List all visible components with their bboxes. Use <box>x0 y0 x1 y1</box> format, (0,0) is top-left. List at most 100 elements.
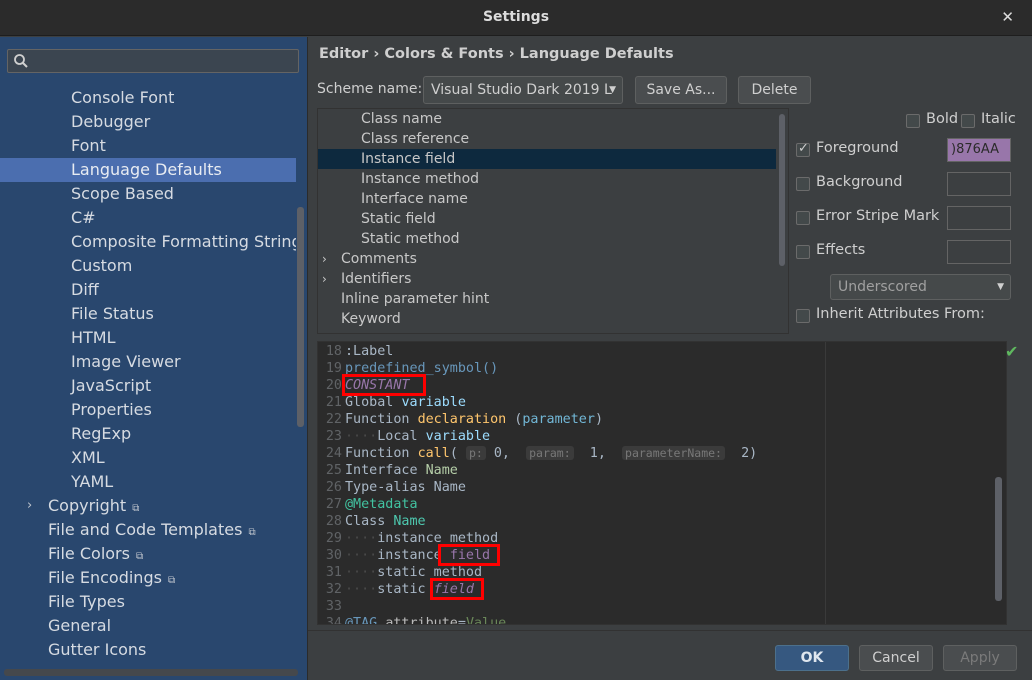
footer-separator <box>308 630 1032 631</box>
attribute-item[interactable]: Static field <box>318 209 776 229</box>
sidebar-item[interactable]: Diff <box>0 278 296 302</box>
sidebar-item[interactable]: Composite Formatting String <box>0 230 296 254</box>
background-color-swatch[interactable] <box>947 172 1011 196</box>
attribute-item[interactable]: Keyword <box>318 309 776 329</box>
sidebar-item[interactable]: YAML <box>0 470 296 494</box>
sidebar-item[interactable]: Language Defaults <box>0 158 296 182</box>
code-token: Function <box>345 446 418 461</box>
sidebar-item-label: Console Font <box>71 88 175 107</box>
background-checkbox[interactable] <box>796 177 810 191</box>
sidebar-item[interactable]: Scope Based <box>0 182 296 206</box>
bold-checkbox[interactable] <box>906 114 920 128</box>
sidebar-item-label: Diff <box>71 280 99 299</box>
sidebar-item[interactable]: Image Viewer <box>0 350 296 374</box>
chevron-right-icon[interactable]: › <box>27 494 32 518</box>
cancel-button[interactable]: Cancel <box>859 645 933 671</box>
sidebar-item[interactable]: File Colors ⧉ <box>0 542 296 566</box>
attribute-item[interactable]: › Comments <box>318 249 776 269</box>
effects-checkbox[interactable] <box>796 245 810 259</box>
sidebar-item[interactable]: RegExp <box>0 422 296 446</box>
code-token: 1, <box>573 446 623 461</box>
sidebar-item-label: YAML <box>71 472 114 491</box>
sidebar-item[interactable]: File Encodings ⧉ <box>0 566 296 590</box>
sidebar-item[interactable]: HTML <box>0 326 296 350</box>
sidebar-item[interactable]: Properties <box>0 398 296 422</box>
sidebar-item[interactable]: General <box>0 614 296 638</box>
foreground-checkbox[interactable] <box>796 141 810 157</box>
right-margin-guide <box>825 342 826 624</box>
code-token: @Metadata <box>345 497 418 512</box>
code-token: declaration <box>417 412 507 427</box>
italic-checkbox[interactable] <box>961 114 975 128</box>
attribute-item[interactable]: Static method <box>318 229 776 249</box>
code-preview[interactable]: 18:Label 19 predefined_symbol() 20 CONSTANT 2… <box>317 341 1007 625</box>
effects-color-swatch[interactable] <box>947 240 1011 264</box>
line-number: 30 <box>325 548 342 563</box>
highlight-box <box>342 374 426 396</box>
sidebar-item[interactable]: Custom <box>0 254 296 278</box>
code-token: :Label <box>345 344 394 359</box>
preview-scrollbar[interactable] <box>995 477 1002 601</box>
sidebar-item[interactable]: Console Font <box>0 86 296 110</box>
sidebar-item[interactable]: Gutter Icons <box>0 638 296 662</box>
ok-button[interactable]: OK <box>775 645 849 671</box>
chevron-right-icon[interactable]: › <box>322 269 327 289</box>
sidebar-item[interactable]: File Types <box>0 590 296 614</box>
code-token: Name <box>393 514 426 529</box>
foreground-color-swatch[interactable]: )876AA <box>947 138 1011 162</box>
attribute-item[interactable]: › Identifiers <box>318 269 776 289</box>
check-icon: ✔ <box>1005 342 1019 361</box>
attribute-tree-scrollbar[interactable] <box>779 114 785 266</box>
attribute-item[interactable]: Instance method <box>318 169 776 189</box>
attribute-item[interactable]: Inline parameter hint <box>318 289 776 309</box>
scheme-name-label: Scheme name: <box>317 81 423 97</box>
sidebar-item[interactable]: › Copyright ⧉ <box>0 494 296 518</box>
sidebar-item-label: JavaScript <box>71 376 152 395</box>
bold-label: Bold <box>926 111 959 127</box>
code-line: 18:Label <box>318 343 394 360</box>
code-token: Local <box>377 429 426 444</box>
chevron-right-icon[interactable]: › <box>322 249 327 269</box>
error-stripe-checkbox[interactable] <box>796 211 810 225</box>
attribute-item[interactable]: Instance field <box>318 149 776 169</box>
parameter-hint: parameterName: <box>622 446 725 460</box>
line-number: 20 <box>325 378 342 393</box>
sidebar-item[interactable]: C# <box>0 206 296 230</box>
sidebar-item[interactable]: File Status <box>0 302 296 326</box>
inherit-checkbox[interactable] <box>796 309 810 323</box>
delete-button[interactable]: Delete <box>738 76 811 104</box>
line-number: 21 <box>325 395 342 410</box>
code-token: Type-alias Name <box>345 480 466 495</box>
sidebar-item[interactable]: XML <box>0 446 296 470</box>
sidebar-scrollbar[interactable] <box>297 207 304 427</box>
title-bar: Settings ✕ <box>0 0 1032 36</box>
parameter-hint: p: <box>465 446 486 460</box>
attribute-item[interactable]: Interface name <box>318 189 776 209</box>
apply-button[interactable]: Apply <box>943 645 1017 671</box>
code-token: static <box>377 582 434 597</box>
close-icon[interactable]: ✕ <box>1001 8 1014 26</box>
effects-type-select[interactable]: Underscored ▼ <box>830 274 1011 300</box>
sidebar-item-label: Copyright <box>48 496 127 515</box>
scheme-select[interactable]: Visual Studio Dark 2019 L ▼ <box>423 76 623 104</box>
sidebar-item[interactable]: Debugger <box>0 110 296 134</box>
attribute-item-label: Instance method <box>361 171 480 187</box>
save-as-button[interactable]: Save As... <box>635 76 727 104</box>
effects-label: Effects <box>816 242 866 258</box>
sidebar-horizontal-scrollbar[interactable] <box>4 669 298 676</box>
code-line: 25 Interface Name <box>318 462 458 479</box>
sidebar-item-label: XML <box>71 448 105 467</box>
sidebar-item[interactable]: File and Code Templates ⧉ <box>0 518 296 542</box>
error-stripe-color-swatch[interactable] <box>947 206 1011 230</box>
attribute-item[interactable]: Class reference <box>318 129 776 149</box>
highlight-box <box>430 578 484 600</box>
search-icon <box>14 54 28 68</box>
sidebar-item[interactable]: Font <box>0 134 296 158</box>
attribute-item[interactable]: Class name <box>318 109 776 129</box>
line-number: 26 <box>325 480 342 495</box>
search-input[interactable] <box>7 49 299 73</box>
attribute-item-label: Class reference <box>361 131 470 147</box>
code-line: 22 Function declaration (parameter) <box>318 411 603 428</box>
sidebar-item[interactable]: JavaScript <box>0 374 296 398</box>
sidebar-item-label: Properties <box>71 400 152 419</box>
